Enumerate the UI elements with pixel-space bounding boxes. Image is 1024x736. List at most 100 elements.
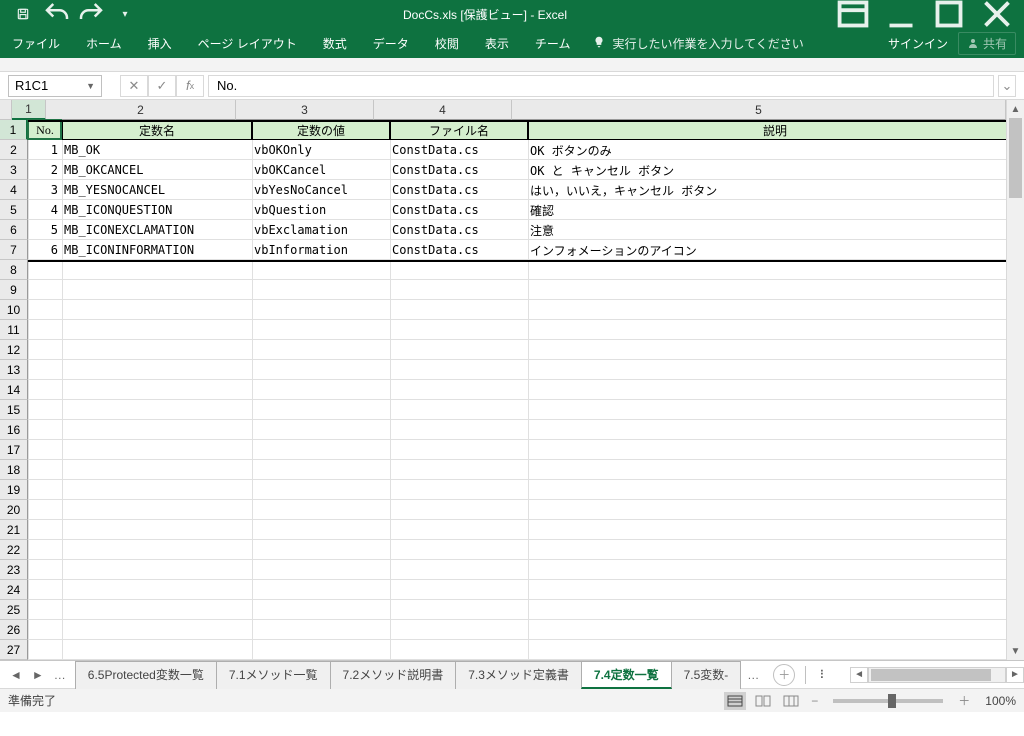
tab-split-handle[interactable]: ⠇ [813, 668, 834, 682]
row-header[interactable]: 7 [0, 240, 28, 260]
ribbon-display-options-icon[interactable] [830, 0, 876, 28]
cell[interactable]: MB_ICONEXCLAMATION [62, 220, 252, 240]
row-header[interactable]: 12 [0, 340, 28, 360]
cell[interactable]: ConstData.cs [390, 140, 528, 160]
cell[interactable]: vbQuestion [252, 200, 390, 220]
cell[interactable]: MB_ICONINFORMATION [62, 240, 252, 260]
scroll-thumb[interactable] [1009, 118, 1022, 198]
select-all-cell[interactable] [0, 100, 12, 120]
tell-me-search[interactable]: 実行したい作業を入力してください [592, 35, 803, 52]
row-header[interactable]: 24 [0, 580, 28, 600]
table-header-cell[interactable]: ファイル名 [390, 120, 528, 140]
cell[interactable]: インフォメーションのアイコン [528, 240, 1006, 260]
cell[interactable]: 6 [28, 240, 62, 260]
add-sheet-button[interactable]: ＋ [773, 664, 795, 686]
cell[interactable]: ConstData.cs [390, 160, 528, 180]
cell[interactable]: vbExclamation [252, 220, 390, 240]
cell[interactable]: 2 [28, 160, 62, 180]
cell[interactable]: ConstData.cs [390, 240, 528, 260]
cell[interactable]: 確認 [528, 200, 1006, 220]
cell[interactable]: vbOKOnly [252, 140, 390, 160]
qat-customize-icon[interactable]: ▾ [110, 0, 140, 28]
view-page-layout-icon[interactable] [752, 692, 774, 710]
sheet-nav-prev-icon[interactable]: ► [28, 668, 48, 682]
tab-data[interactable]: データ [369, 35, 413, 52]
row-header[interactable]: 25 [0, 600, 28, 620]
tab-insert[interactable]: 挿入 [144, 35, 176, 52]
row-header[interactable]: 14 [0, 380, 28, 400]
hscroll-thumb[interactable] [871, 669, 991, 681]
cell[interactable]: OK と キャンセル ボタン [528, 160, 1006, 180]
scroll-left-icon[interactable]: ◄ [850, 667, 868, 683]
cell[interactable]: vbInformation [252, 240, 390, 260]
tab-page-layout[interactable]: ページ レイアウト [194, 35, 301, 52]
close-icon[interactable] [974, 0, 1020, 28]
column-header[interactable]: 5 [512, 100, 1006, 120]
tab-file[interactable]: ファイル [8, 35, 64, 52]
row-header[interactable]: 10 [0, 300, 28, 320]
chevron-down-icon[interactable]: ▼ [86, 81, 95, 91]
row-header[interactable]: 21 [0, 520, 28, 540]
redo-icon[interactable] [76, 0, 106, 28]
sheet-tab[interactable]: 7.4定数一覧 [581, 661, 672, 689]
share-button[interactable]: 共有 [958, 32, 1016, 55]
cell[interactable]: MB_ICONQUESTION [62, 200, 252, 220]
tab-formulas[interactable]: 数式 [319, 35, 351, 52]
row-header[interactable]: 26 [0, 620, 28, 640]
sheet-tab[interactable]: 7.5変数- [671, 661, 742, 689]
expand-formula-bar-icon[interactable]: ⌄ [998, 75, 1016, 97]
cell[interactable]: 注意 [528, 220, 1006, 240]
scroll-down-icon[interactable]: ▼ [1007, 642, 1024, 660]
tab-review[interactable]: 校閲 [431, 35, 463, 52]
row-header[interactable]: 13 [0, 360, 28, 380]
cell[interactable]: OK ボタンのみ [528, 140, 1006, 160]
row-header[interactable]: 15 [0, 400, 28, 420]
sheet-nav-first-icon[interactable]: ◄ [6, 668, 26, 682]
cell[interactable]: MB_YESNOCANCEL [62, 180, 252, 200]
zoom-out-button[interactable]: − [808, 694, 821, 708]
enter-formula-icon[interactable]: ✓ [148, 75, 176, 97]
cell[interactable]: MB_OK [62, 140, 252, 160]
sheet-tab[interactable]: 6.5Protected変数一覧 [75, 661, 217, 689]
row-header[interactable]: 5 [0, 200, 28, 220]
sheet-tab[interactable]: 7.1メソッド一覧 [216, 661, 331, 689]
sheet-nav-more-icon[interactable]: … [50, 668, 70, 682]
signin-link[interactable]: サインイン [888, 35, 948, 52]
column-header[interactable]: 1 [12, 100, 46, 120]
cancel-formula-icon[interactable]: ✕ [120, 75, 148, 97]
zoom-level[interactable]: 100% [985, 694, 1016, 708]
table-header-cell[interactable]: 定数の値 [252, 120, 390, 140]
cell[interactable]: MB_OKCANCEL [62, 160, 252, 180]
zoom-slider-thumb[interactable] [888, 694, 896, 708]
column-header[interactable]: 3 [236, 100, 374, 120]
row-header[interactable]: 2 [0, 140, 28, 160]
row-header[interactable]: 9 [0, 280, 28, 300]
view-page-break-icon[interactable] [780, 692, 802, 710]
tab-team[interactable]: チーム [531, 35, 575, 52]
cell[interactable]: ConstData.cs [390, 180, 528, 200]
sheet-nav-more-right[interactable]: … [741, 668, 765, 682]
cell[interactable]: ConstData.cs [390, 200, 528, 220]
row-header[interactable]: 23 [0, 560, 28, 580]
row-header[interactable]: 22 [0, 540, 28, 560]
row-header[interactable]: 4 [0, 180, 28, 200]
horizontal-scrollbar[interactable]: ◄ ► [850, 667, 1024, 683]
zoom-in-button[interactable]: ＋ [955, 692, 973, 709]
tab-home[interactable]: ホーム [82, 35, 126, 52]
formula-bar[interactable]: No. [208, 75, 994, 97]
row-header[interactable]: 17 [0, 440, 28, 460]
row-header[interactable]: 20 [0, 500, 28, 520]
table-header-cell[interactable]: 定数名 [62, 120, 252, 140]
cell[interactable]: 5 [28, 220, 62, 240]
view-normal-icon[interactable] [724, 692, 746, 710]
cell[interactable]: ConstData.cs [390, 220, 528, 240]
column-header[interactable]: 4 [374, 100, 512, 120]
row-header[interactable]: 11 [0, 320, 28, 340]
undo-icon[interactable] [42, 0, 72, 28]
table-header-cell[interactable]: 説明 [528, 120, 1006, 140]
cell[interactable]: vbOKCancel [252, 160, 390, 180]
name-box[interactable]: R1C1 ▼ [8, 75, 102, 97]
row-header[interactable]: 27 [0, 640, 28, 660]
row-header[interactable]: 8 [0, 260, 28, 280]
column-header[interactable]: 2 [46, 100, 236, 120]
